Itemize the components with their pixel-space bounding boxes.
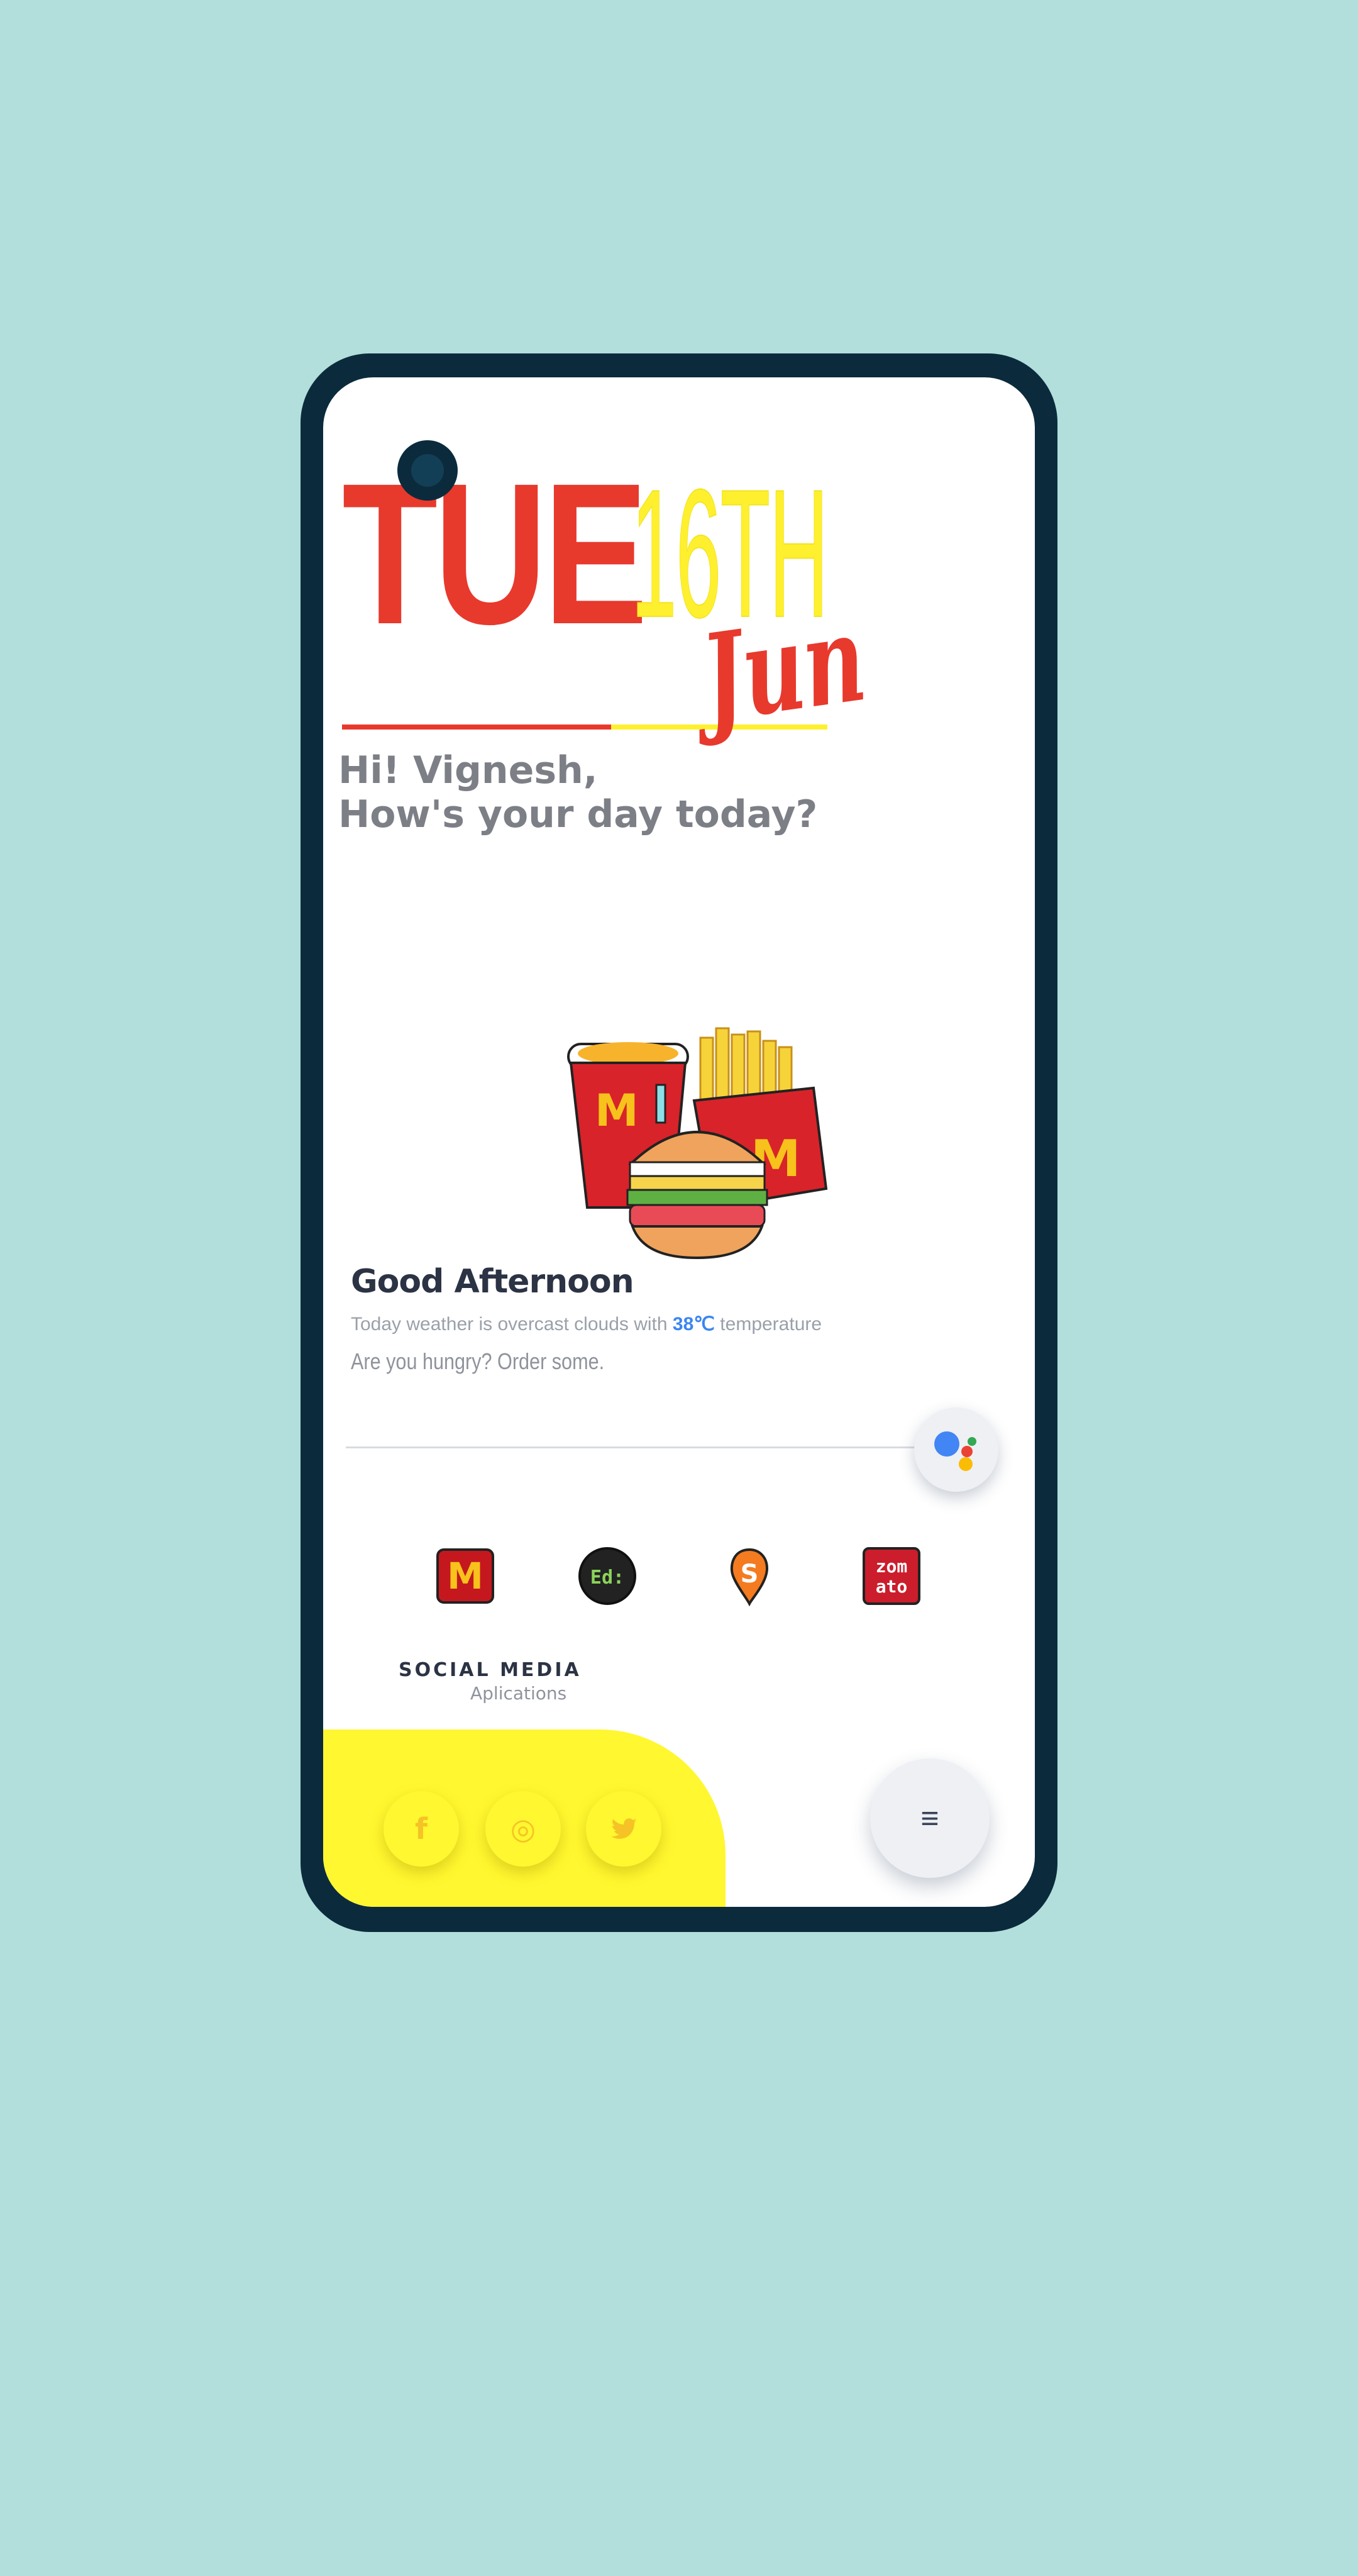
google-assistant-icon — [934, 1431, 976, 1471]
greeting-line-1: Hi! Vignesh, — [338, 748, 598, 792]
temperature-value: 38℃ — [672, 1314, 715, 1335]
swiggy-icon: S — [730, 1548, 769, 1606]
svg-text:S: S — [741, 1560, 759, 1589]
afternoon-title: Good Afternoon — [351, 1263, 634, 1301]
instagram-icon: ◎ — [510, 1812, 536, 1846]
hamburger-menu-icon: ≡ — [920, 1801, 939, 1836]
date-day: TUE — [342, 441, 648, 666]
twitter-icon — [611, 1818, 638, 1839]
svg-text:zom: zom — [876, 1556, 908, 1577]
hungry-prompt: Are you hungry? Order some. — [351, 1348, 605, 1374]
app-eatsure[interactable]: Ed: — [576, 1545, 639, 1607]
facebook-icon: f — [414, 1812, 428, 1846]
instagram-button[interactable]: ◎ — [485, 1791, 561, 1867]
date-month: Jun — [694, 587, 873, 749]
eatsure-icon: Ed: — [578, 1547, 636, 1605]
greeting-line-2: How's your day today? — [338, 792, 818, 836]
weather-prefix: Today weather is overcast clouds with — [351, 1314, 673, 1335]
mcdonalds-icon: M — [436, 1548, 494, 1604]
weather-suffix: temperature — [714, 1314, 822, 1335]
date-underline-red — [342, 724, 611, 730]
social-media-subtitle: Aplications — [470, 1683, 567, 1704]
svg-text:ato: ato — [876, 1576, 908, 1597]
app-mcdonalds[interactable]: M — [434, 1545, 497, 1607]
social-media-title: SOCIAL MEDIA — [399, 1659, 582, 1681]
menu-button[interactable]: ≡ — [870, 1758, 990, 1878]
assistant-button[interactable] — [914, 1407, 998, 1492]
app-zomato[interactable]: zom ato — [860, 1545, 923, 1607]
app-swiggy[interactable]: S — [718, 1545, 781, 1607]
fast-food-illustration: M M — [567, 1027, 828, 1260]
weather-summary: Today weather is overcast clouds with 38… — [351, 1313, 822, 1335]
twitter-button[interactable] — [586, 1791, 661, 1867]
food-apps-row: M Ed: S zom ato — [323, 1541, 1035, 1616]
svg-text:Ed:: Ed: — [590, 1567, 624, 1589]
user-greeting: Hi! Vignesh, How's your day today? — [338, 748, 817, 836]
svg-text:M: M — [595, 1085, 639, 1136]
phone-screen: TUE 16TH Jun Hi! Vignesh, How's your day… — [323, 377, 1035, 1907]
section-divider — [346, 1446, 937, 1448]
zomato-icon: zom ato — [863, 1547, 920, 1605]
facebook-button[interactable]: f — [384, 1791, 459, 1867]
front-camera — [397, 440, 458, 501]
phone-frame: TUE 16TH Jun Hi! Vignesh, How's your day… — [301, 353, 1057, 1932]
svg-text:M: M — [447, 1555, 483, 1597]
